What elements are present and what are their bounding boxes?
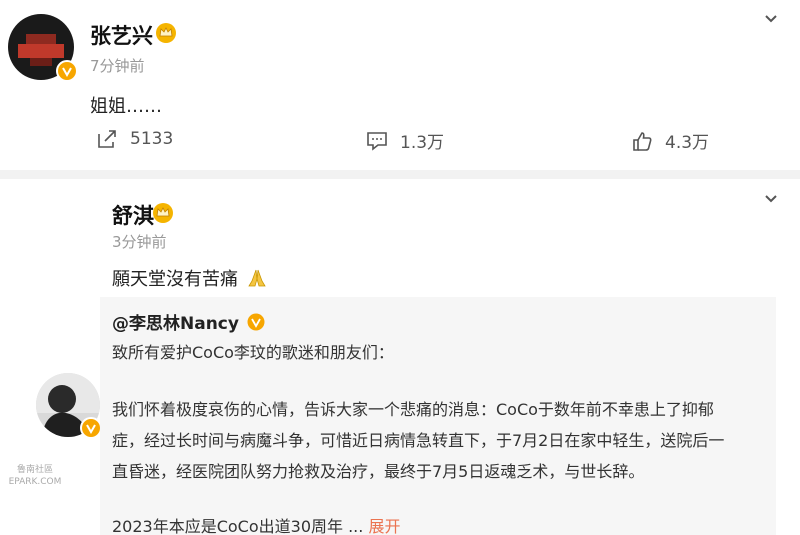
username[interactable]: 舒淇 [112, 200, 154, 230]
post-content: 姐姐…… [90, 96, 162, 117]
expand-link[interactable]: 展开 [368, 517, 400, 535]
watermark-line2: EPARK.COM [8, 477, 62, 487]
like-button[interactable]: 4.3万 [631, 128, 709, 153]
verified-badge-icon [56, 60, 78, 82]
crown-badge-icon [156, 23, 176, 43]
comment-count: 1.3万 [400, 133, 445, 153]
repost-count: 5133 [130, 129, 174, 149]
praying-hands-icon [248, 269, 266, 287]
quote-more-line: 2023年本应是CoCo出道30周年 ... 展开 [112, 511, 400, 535]
repost-icon [98, 130, 116, 148]
repost-button[interactable]: 5133 [96, 128, 173, 150]
watermark-line1: 魯南社區 [16, 465, 53, 475]
post-zhangyixing: 张艺兴 7分钟前 姐姐…… 5133 1.3万 4.3万 [0, 0, 800, 170]
quote-author[interactable]: @李思林Nancy [112, 309, 265, 334]
comment-icon [367, 131, 387, 151]
avatar[interactable] [8, 14, 78, 82]
like-icon [633, 131, 652, 151]
quote-body-line: 直昏迷，经医院团队努力抢救及治疗，最终于7月5日返魂乏术，与世长辞。 [112, 462, 645, 481]
quoted-repost[interactable]: @李思林Nancy 致所有爱护CoCo李玟的歌迷和朋友们： 我们怀着极度哀伤的心… [100, 297, 776, 535]
quote-body-line: 我们怀着极度哀伤的心情，告诉大家一个悲痛的消息：CoCo于数年前不幸患上了抑郁 [112, 400, 714, 419]
quote-body-line: 症，经过长时间与病魔斗争，可惜近日病情急转直下，于7月2日在家中轻生，送院后一 [112, 431, 725, 450]
comment-button[interactable]: 1.3万 [366, 128, 444, 153]
quote-truncated-text: 2023年本应是CoCo出道30周年 ... [112, 517, 364, 535]
chevron-down-icon[interactable] [764, 192, 778, 206]
quote-greeting: 致所有爱护CoCo李玟的歌迷和朋友们： [112, 343, 394, 362]
username[interactable]: 张艺兴 [90, 20, 153, 50]
avatar[interactable] [36, 373, 102, 439]
post-shuqi: 舒淇 3分钟前 願天堂沒有苦痛 @李思林Nancy 致所有爱护CoCo李玟的歌迷… [0, 179, 800, 535]
verified-badge-icon [80, 417, 102, 439]
chevron-down-icon[interactable] [764, 12, 778, 26]
like-count: 4.3万 [665, 133, 710, 153]
post-text: 願天堂沒有苦痛 [112, 269, 238, 290]
verified-badge-icon [247, 313, 265, 330]
post-separator [0, 170, 800, 179]
post-time: 3分钟前 [112, 233, 167, 251]
watermark: 魯南社區 EPARK.COM [2, 464, 68, 490]
post-content: 願天堂沒有苦痛 [112, 265, 268, 291]
action-bar: 5133 1.3万 4.3万 [0, 128, 800, 158]
post-time: 7分钟前 [90, 57, 145, 75]
quote-author-name: @李思林Nancy [112, 314, 239, 334]
crown-badge-icon [153, 203, 173, 223]
